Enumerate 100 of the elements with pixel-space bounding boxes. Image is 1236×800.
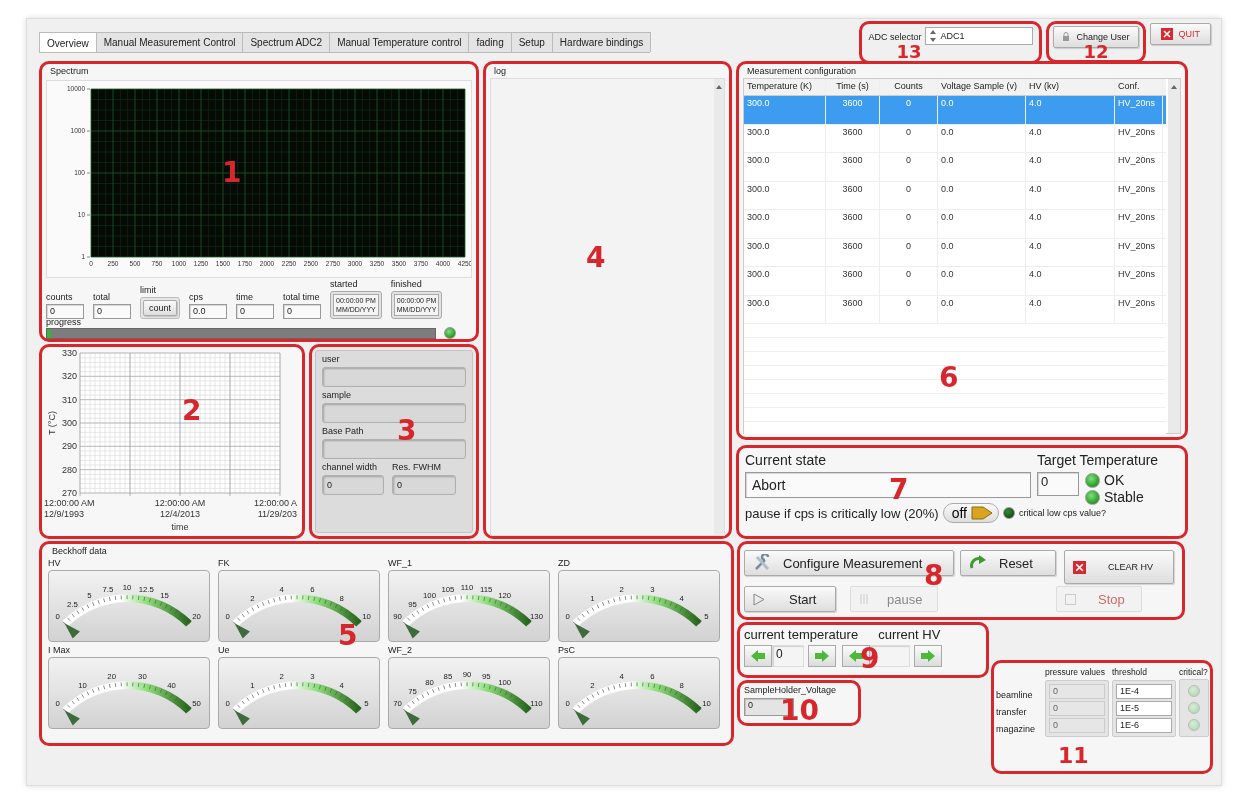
numeric-field[interactable]: 0 <box>236 304 275 319</box>
numeric-field[interactable]: 0 <box>46 304 84 319</box>
table-cell: 300.0 <box>744 238 826 266</box>
gauge-label: I Max <box>48 645 71 655</box>
field-label: ADC selector <box>868 31 922 42</box>
table-row[interactable]: 300.0 3600 0 0.0 4.0 HV_20ns <box>744 210 1166 239</box>
text-field[interactable]: 0 <box>392 475 456 496</box>
numeric-field[interactable]: 0 <box>1037 472 1079 496</box>
tick-label: 0 <box>565 699 570 709</box>
annotation-number: 6 <box>939 364 959 392</box>
tab[interactable]: Hardware bindings <box>551 32 652 52</box>
tab[interactable]: Overview <box>39 32 97 52</box>
table-cell: 0 <box>880 210 938 238</box>
tab[interactable]: Manual Temperature control <box>329 32 470 52</box>
table-cell: 3600 <box>826 181 880 209</box>
axis-title: time <box>171 522 189 533</box>
tick-label: 85 <box>443 672 453 682</box>
table-cell: 0 <box>880 295 938 323</box>
tick-label: 6 <box>650 671 655 681</box>
text-field[interactable] <box>322 367 466 388</box>
tick-label: 6 <box>310 584 315 594</box>
panel-title: log <box>493 65 507 78</box>
numeric-field[interactable]: 0 <box>283 304 322 319</box>
table-cell: 300.0 <box>744 96 826 124</box>
table-cell: HV_20ns <box>1115 267 1163 295</box>
tick-label: 90 <box>393 612 402 622</box>
toggle-switch[interactable]: off <box>942 503 999 523</box>
table-row[interactable]: 300.0 3600 0 0.0 4.0 HV_20ns <box>744 267 1166 296</box>
tick-label: 330 <box>61 348 77 359</box>
count-button[interactable]: count <box>143 300 178 316</box>
table-cell: 0 <box>880 238 938 266</box>
scrollbar[interactable] <box>714 79 724 535</box>
tick-label: 7.5 <box>102 585 114 595</box>
table-cell: 4.0 <box>1026 210 1115 238</box>
numeric-field[interactable]: 0.0 <box>189 304 228 319</box>
field-label: limit <box>140 285 157 295</box>
row-label: magazine <box>996 723 1037 736</box>
field-label: SampleHolder_Voltage <box>744 685 838 695</box>
increment-button[interactable] <box>808 645 836 667</box>
tick-label: 20 <box>107 671 116 681</box>
needle <box>574 623 590 639</box>
quit-button[interactable]: QUIT <box>1149 23 1211 45</box>
left-arrow-icon <box>750 649 766 663</box>
clear-hv-button[interactable]: CLEAR HV <box>1064 550 1174 584</box>
close-icon <box>1160 28 1173 40</box>
numeric-field[interactable]: 0 <box>93 304 131 319</box>
table-cell: 0.0 <box>938 181 1026 209</box>
field-label: total time <box>283 292 321 302</box>
right-arrow-icon <box>920 649 936 663</box>
gauge-label: WF_2 <box>388 645 413 655</box>
tick-label: 10 <box>78 681 87 691</box>
table-row[interactable]: 300.0 3600 0 0.0 4.0 HV_20ns <box>744 181 1166 210</box>
field-label: channel width <box>322 462 378 473</box>
field-label: Current state <box>745 452 827 468</box>
tick-label: 0 <box>225 612 230 622</box>
table-cell: 3600 <box>826 295 880 323</box>
redo-arrow-icon <box>969 555 987 571</box>
table-cell: 4.0 <box>1026 238 1115 266</box>
field-label: total <box>93 292 111 302</box>
gauge-label: WF_1 <box>388 558 413 568</box>
tab[interactable]: Spectrum ADC2 <box>242 32 331 52</box>
reset-button[interactable]: Reset <box>960 550 1056 576</box>
tick-label: 30 <box>138 671 147 681</box>
scroll-up-icon <box>716 85 722 89</box>
table-row[interactable]: 300.0 3600 0 0.0 4.0 HV_20ns <box>744 238 1166 267</box>
status-label: Stable <box>1104 489 1144 505</box>
tick-label: 20 <box>192 612 201 622</box>
start-button[interactable]: Start <box>744 586 836 612</box>
text-field[interactable] <box>322 439 466 460</box>
stop-icon <box>1065 593 1076 605</box>
table-cell: 0.0 <box>938 267 1026 295</box>
numeric-field[interactable]: 0 <box>772 645 804 667</box>
needle <box>64 623 80 639</box>
tab[interactable]: fading <box>468 32 512 52</box>
table-cell: 0.0 <box>938 124 1026 152</box>
tick-label: 10 <box>362 612 371 622</box>
adc-selector[interactable]: ADC1 <box>925 27 1034 45</box>
increment-button[interactable] <box>914 645 942 667</box>
table-row[interactable]: 300.0 3600 0 0.0 4.0 HV_20ns <box>744 124 1166 153</box>
tick-label: 2 <box>250 594 255 604</box>
panel-title: Spectrum <box>49 65 90 78</box>
needle <box>234 623 250 639</box>
tick-label: 40 <box>167 681 176 691</box>
tick-label: 100 <box>498 677 512 687</box>
tab[interactable]: Setup <box>510 32 553 52</box>
lock-icon <box>1062 32 1071 42</box>
column-header: critical? <box>1179 667 1209 677</box>
table-cell: 300.0 <box>744 210 826 238</box>
annotation-number: 1 <box>222 159 242 187</box>
scrollbar[interactable] <box>1168 79 1180 433</box>
table-cell: 4.0 <box>1026 267 1115 295</box>
gauge-label: HV <box>48 558 62 568</box>
table-cell: 0.0 <box>938 238 1026 266</box>
tick-label: 70 <box>393 699 402 709</box>
gauge-label: Ue <box>218 645 231 655</box>
decrement-button[interactable] <box>744 645 772 667</box>
table-row[interactable]: 300.0 3600 0 0.0 4.0 HV_20ns <box>744 153 1166 182</box>
tab[interactable]: Manual Measurement Control <box>95 32 244 52</box>
text-field[interactable]: 0 <box>322 475 384 496</box>
tick-label: 110 <box>460 583 474 593</box>
